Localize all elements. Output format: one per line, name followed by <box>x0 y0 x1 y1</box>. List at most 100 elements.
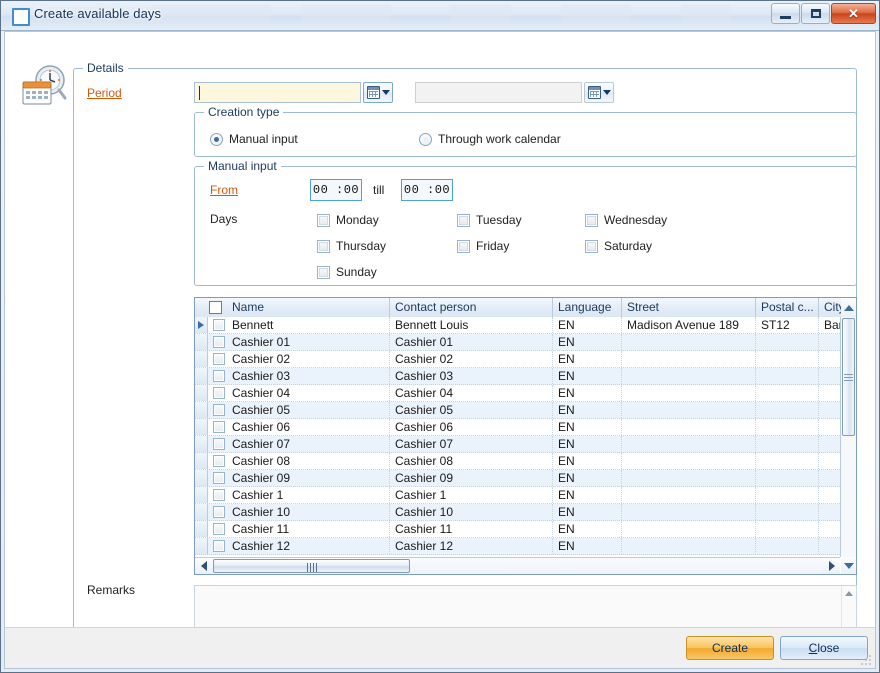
table-row[interactable]: Cashier 04Cashier 04EN <box>195 385 856 402</box>
row-header[interactable] <box>195 334 208 350</box>
arrow-up-icon[interactable] <box>845 591 853 596</box>
cell-contact[interactable]: Cashier 1 <box>389 487 552 503</box>
cell-postal[interactable] <box>755 504 818 520</box>
table-row[interactable]: Cashier 05Cashier 05EN <box>195 402 856 419</box>
table-row[interactable]: Cashier 07Cashier 07EN <box>195 436 856 453</box>
till-time-input[interactable]: 00 :00 <box>401 179 453 201</box>
cell-street[interactable] <box>621 487 755 503</box>
cell-postal[interactable] <box>755 521 818 537</box>
grid-horizontal-scroll-thumb[interactable] <box>213 559 410 573</box>
row-header[interactable] <box>195 504 208 520</box>
cell-postal[interactable] <box>755 385 818 401</box>
cell-street[interactable] <box>621 453 755 469</box>
row-select-checkbox[interactable] <box>213 404 225 416</box>
grid-scroll-up-button[interactable] <box>841 298 856 317</box>
cell-postal[interactable] <box>755 334 818 350</box>
cell-language[interactable]: EN <box>552 385 621 401</box>
radio-through-work-calendar[interactable] <box>419 133 432 146</box>
cell-street[interactable] <box>621 521 755 537</box>
grid-scroll-right-button[interactable] <box>823 558 840 574</box>
title-bar[interactable]: Create available days ✕ <box>1 1 879 31</box>
radio-manual-input[interactable] <box>210 133 223 146</box>
cell-postal[interactable] <box>755 402 818 418</box>
grid-horizontal-scrollbar[interactable] <box>195 557 840 574</box>
table-row[interactable]: Cashier 02Cashier 02EN <box>195 351 856 368</box>
cell-language[interactable]: EN <box>552 538 621 554</box>
maximize-button[interactable] <box>801 3 830 24</box>
row-header[interactable] <box>195 487 208 503</box>
row-header[interactable] <box>195 453 208 469</box>
cell-name[interactable]: Cashier 01 <box>227 334 389 350</box>
cell-postal[interactable] <box>755 470 818 486</box>
row-select-checkbox[interactable] <box>213 540 225 552</box>
grid-scroll-left-button[interactable] <box>195 558 212 574</box>
cell-name[interactable]: Cashier 12 <box>227 538 389 554</box>
row-select-checkbox[interactable] <box>213 438 225 450</box>
cell-contact[interactable]: Cashier 05 <box>389 402 552 418</box>
checkbox-sunday[interactable] <box>317 266 330 279</box>
table-row[interactable]: Cashier 11Cashier 11EN <box>195 521 856 538</box>
row-select-checkbox[interactable] <box>213 336 225 348</box>
row-select-checkbox[interactable] <box>213 455 225 467</box>
cell-name[interactable]: Cashier 03 <box>227 368 389 384</box>
cell-language[interactable]: EN <box>552 521 621 537</box>
cell-contact[interactable]: Cashier 07 <box>389 436 552 452</box>
cell-postal[interactable] <box>755 419 818 435</box>
cell-language[interactable]: EN <box>552 351 621 367</box>
row-header[interactable] <box>195 368 208 384</box>
row-header[interactable] <box>195 538 208 554</box>
cell-language[interactable]: EN <box>552 470 621 486</box>
cell-street[interactable]: Madison Avenue 189 <box>621 317 755 333</box>
row-header[interactable] <box>195 385 208 401</box>
checkbox-monday[interactable] <box>317 214 330 227</box>
cell-contact[interactable]: Cashier 06 <box>389 419 552 435</box>
cell-language[interactable]: EN <box>552 317 621 333</box>
row-select-checkbox[interactable] <box>213 319 225 331</box>
row-select-checkbox[interactable] <box>213 421 225 433</box>
cell-postal[interactable] <box>755 453 818 469</box>
row-header[interactable] <box>195 521 208 537</box>
table-row[interactable]: Cashier 06Cashier 06EN <box>195 419 856 436</box>
period-from-input[interactable] <box>194 82 361 103</box>
cell-name[interactable]: Cashier 11 <box>227 521 389 537</box>
cell-name[interactable]: Cashier 09 <box>227 470 389 486</box>
period-from-lookup-button[interactable] <box>363 82 393 103</box>
cell-contact[interactable]: Cashier 09 <box>389 470 552 486</box>
cell-postal[interactable] <box>755 436 818 452</box>
cell-contact[interactable]: Cashier 11 <box>389 521 552 537</box>
grid-col-street[interactable]: Street <box>621 298 755 317</box>
cell-postal[interactable] <box>755 351 818 367</box>
checkbox-saturday[interactable] <box>585 240 598 253</box>
grid-col-contact[interactable]: Contact person <box>389 298 552 317</box>
grid-vertical-scrollbar[interactable] <box>840 317 856 557</box>
close-window-button[interactable]: ✕ <box>831 3 876 24</box>
cell-contact[interactable]: Cashier 12 <box>389 538 552 554</box>
cell-street[interactable] <box>621 436 755 452</box>
cell-street[interactable] <box>621 538 755 554</box>
cell-street[interactable] <box>621 402 755 418</box>
table-row[interactable]: Cashier 08Cashier 08EN <box>195 453 856 470</box>
checkbox-tuesday[interactable] <box>457 214 470 227</box>
period-to-lookup-button[interactable] <box>584 82 614 103</box>
cell-contact[interactable]: Cashier 10 <box>389 504 552 520</box>
cell-name[interactable]: Cashier 05 <box>227 402 389 418</box>
row-header[interactable] <box>195 470 208 486</box>
cell-street[interactable] <box>621 470 755 486</box>
cell-contact[interactable]: Cashier 01 <box>389 334 552 350</box>
grid-scroll-down-button[interactable] <box>841 557 856 574</box>
cell-street[interactable] <box>621 385 755 401</box>
cell-postal[interactable] <box>755 538 818 554</box>
row-select-checkbox[interactable] <box>213 387 225 399</box>
cell-name[interactable]: Bennett <box>227 317 389 333</box>
create-button[interactable]: Create <box>686 636 774 660</box>
grid-col-language[interactable]: Language <box>552 298 621 317</box>
cell-contact[interactable]: Cashier 04 <box>389 385 552 401</box>
cell-postal[interactable]: ST12 <box>755 317 818 333</box>
table-row[interactable]: Cashier 12Cashier 12EN <box>195 538 856 555</box>
close-button[interactable]: Close <box>780 636 868 660</box>
row-select-checkbox[interactable] <box>213 489 225 501</box>
table-row[interactable]: Cashier 1Cashier 1EN <box>195 487 856 504</box>
grid-select-all-checkbox[interactable] <box>209 301 222 314</box>
cell-contact[interactable]: Bennett Louis <box>389 317 552 333</box>
cell-language[interactable]: EN <box>552 436 621 452</box>
